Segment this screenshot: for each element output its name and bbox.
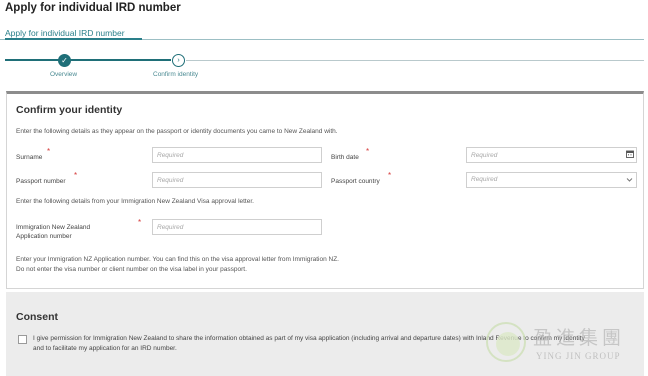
birth-date-label: Birth date <box>331 154 359 161</box>
required-asterisk: * <box>47 147 51 156</box>
watermark-en: YING JIN GROUP <box>536 351 621 361</box>
active-link-underline <box>5 38 142 40</box>
page-title: Apply for individual IRD number <box>5 2 181 14</box>
check-icon[interactable]: ✓ <box>58 54 71 67</box>
step-confirm-identity-label[interactable]: Confirm identity <box>153 71 198 78</box>
inz-number-input[interactable] <box>152 219 322 235</box>
chevron-down-icon <box>626 178 633 182</box>
inz-number-label: Immigration New Zealand Application numb… <box>16 223 90 241</box>
identity-section-title: Confirm your identity <box>16 104 123 116</box>
watermark-logo <box>486 322 526 362</box>
passport-country-label: Passport country <box>331 178 380 185</box>
required-asterisk: * <box>138 218 142 227</box>
inz-number-label-line2: Application number <box>16 233 72 240</box>
identity-intro-text: Enter the following details as they appe… <box>16 128 338 135</box>
stepper-remaining-line <box>186 59 644 61</box>
passport-number-label: Passport number <box>16 178 66 185</box>
visa-intro-text: Enter the following details from your Im… <box>16 198 254 205</box>
consent-title: Consent <box>16 311 58 323</box>
watermark: 盈進集團 YING JIN GROUP <box>486 322 646 372</box>
apply-ird-link[interactable]: Apply for individual IRD number <box>5 28 125 38</box>
required-asterisk: * <box>388 171 392 180</box>
passport-country-select[interactable]: Required <box>466 172 637 188</box>
birth-date-input[interactable] <box>466 147 637 163</box>
inz-number-label-line1: Immigration New Zealand <box>16 224 91 231</box>
birth-date-field[interactable] <box>466 147 637 163</box>
stepper-progress-line <box>5 59 171 61</box>
calendar-icon[interactable] <box>626 150 634 158</box>
watermark-cn: 盈進集團 <box>533 327 626 349</box>
required-asterisk: * <box>74 171 78 180</box>
consent-checkbox[interactable] <box>18 335 27 344</box>
passport-number-input[interactable] <box>152 172 322 188</box>
inz-help-line1: Enter your Immigration NZ Application nu… <box>16 256 339 263</box>
required-asterisk: * <box>366 147 370 156</box>
surname-input[interactable] <box>152 147 322 163</box>
surname-label: Surname <box>16 154 43 161</box>
chevron-right-icon[interactable]: › <box>172 54 185 67</box>
passport-country-placeholder: Required <box>471 176 498 183</box>
step-overview-label[interactable]: Overview <box>50 71 77 78</box>
inz-help-line2: Do not enter the visa number or client n… <box>16 266 247 273</box>
